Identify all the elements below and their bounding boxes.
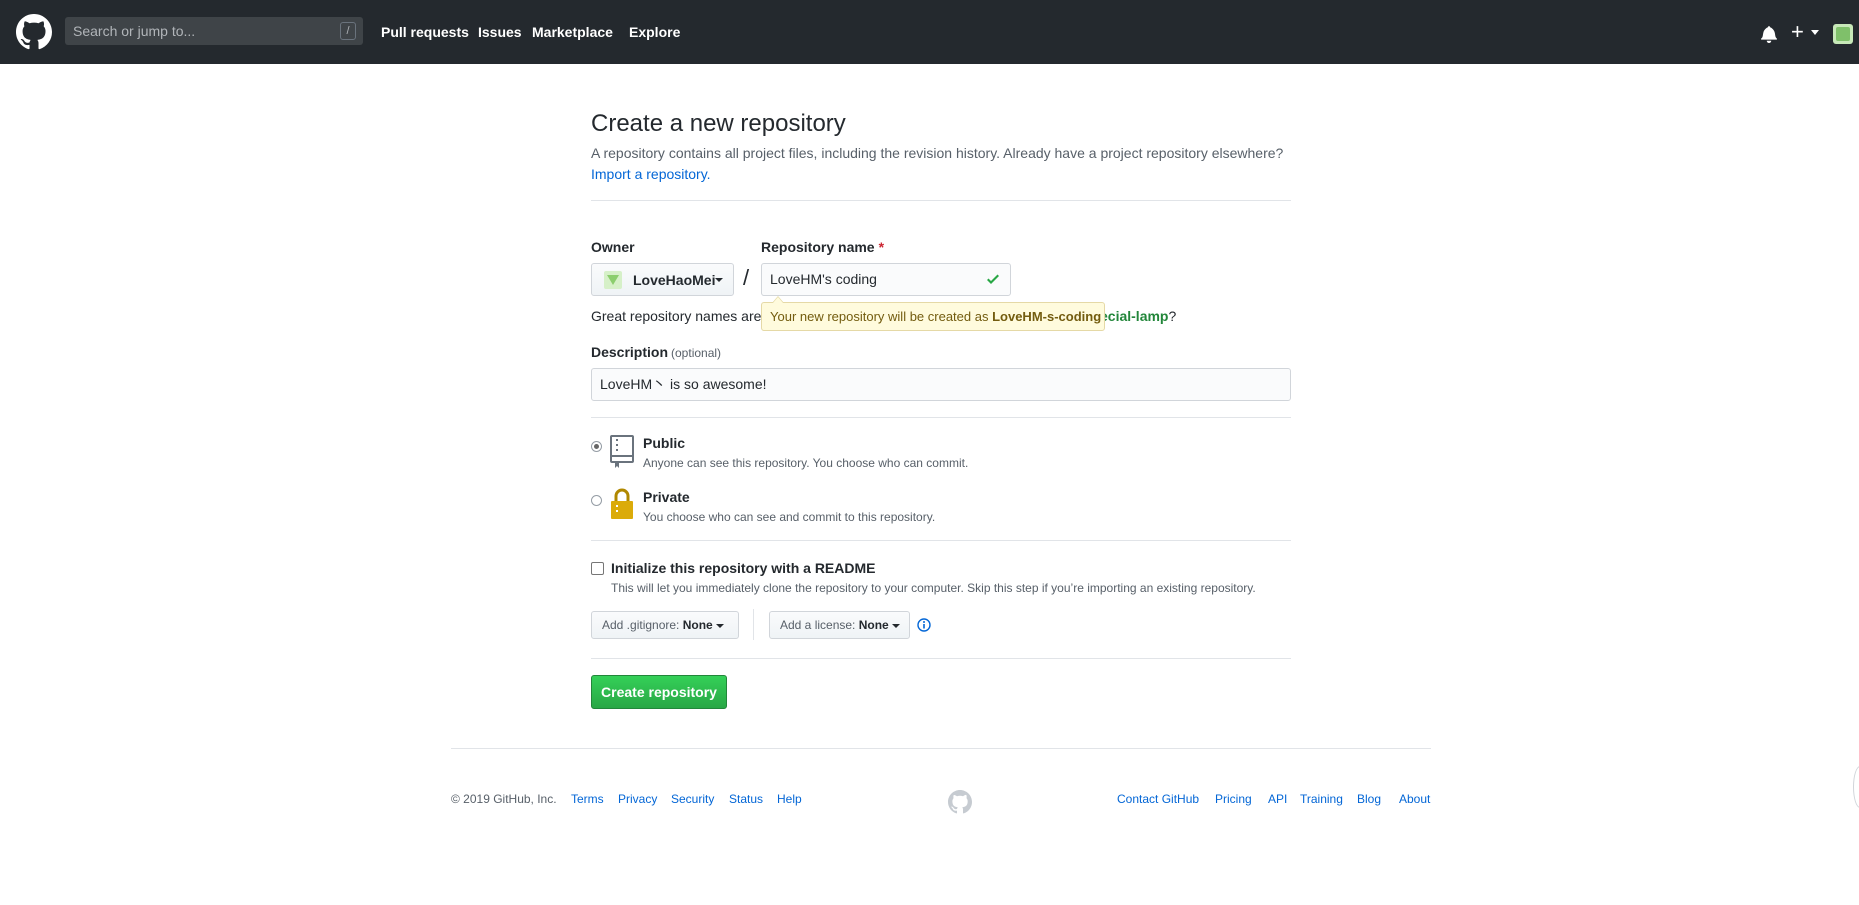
divider (591, 658, 1291, 659)
description-label: Description (optional) (591, 344, 721, 360)
public-title: Public (643, 435, 686, 451)
chevron-down-icon (892, 623, 901, 628)
public-radio[interactable] (591, 441, 602, 452)
chevron-down-icon (715, 278, 723, 282)
search-box[interactable]: / (65, 17, 363, 45)
owner-repo-separator: / (743, 265, 750, 290)
description-input[interactable]: LoveHM丶 is so awesome! (591, 368, 1291, 401)
search-input[interactable] (65, 17, 325, 45)
readme-title: Initialize this repository with a README (611, 560, 876, 576)
readme-checkbox[interactable] (591, 562, 604, 575)
divider (753, 609, 754, 640)
footer-link-api[interactable]: API (1268, 792, 1287, 806)
owner-select[interactable]: LoveHaoMei (591, 263, 734, 296)
required-mark: * (878, 239, 885, 255)
chevron-down-icon (1811, 30, 1819, 35)
footer-link-contact[interactable]: Contact GitHub (1117, 792, 1199, 806)
gitignore-select[interactable]: Add .gitignore: None (591, 611, 739, 639)
lock-icon (611, 488, 633, 519)
divider (591, 200, 1291, 201)
great-names-text: Great repository names are (591, 308, 762, 324)
owner-avatar (604, 271, 622, 289)
repo-name-label-text: Repository name (761, 239, 875, 255)
repo-book-icon (610, 435, 634, 468)
nav-pull-requests[interactable]: Pull requests (381, 0, 469, 64)
optional-hint: (optional) (671, 346, 722, 360)
owner-label: Owner (591, 239, 635, 255)
divider (591, 417, 1291, 418)
footer-link-security[interactable]: Security (671, 792, 714, 806)
scroll-handle[interactable] (1853, 766, 1859, 808)
suggestion-tail: ? (1168, 308, 1177, 324)
footer-link-about[interactable]: About (1399, 792, 1430, 806)
page-title: Create a new repository (591, 110, 846, 137)
create-repository-button[interactable]: Create repository (591, 675, 727, 709)
footer-link-training[interactable]: Training (1300, 792, 1343, 806)
nav-marketplace[interactable]: Marketplace (532, 0, 613, 64)
description-label-text: Description (591, 344, 669, 360)
suggested-name[interactable]: ecial-lamp (1100, 308, 1168, 324)
gitignore-value: None (682, 618, 713, 632)
subtitle-text: A repository contains all project files,… (591, 145, 1284, 161)
gitignore-label: Add .gitignore: (602, 618, 680, 632)
info-icon[interactable] (917, 618, 931, 632)
public-note: Anyone can see this repository. You choo… (643, 456, 969, 470)
license-label: Add a license: (780, 618, 856, 632)
page-subtitle: A repository contains all project files,… (591, 143, 1291, 185)
license-value: None (858, 618, 889, 632)
repo-name-label: Repository name * (761, 239, 884, 255)
owner-value: LoveHaoMei (633, 272, 716, 288)
top-navbar: / Pull requests Issues Marketplace Explo… (0, 0, 1859, 64)
nav-explore[interactable]: Explore (629, 0, 680, 64)
plus-icon[interactable]: + (1791, 20, 1804, 44)
import-repository-link[interactable]: Import a repository. (591, 166, 711, 182)
private-radio[interactable] (591, 495, 602, 506)
bell-icon[interactable] (1760, 25, 1778, 43)
repository-name-input[interactable]: LoveHM's coding (761, 263, 1011, 296)
tooltip-name: LoveHM-s-coding (992, 309, 1102, 324)
footer-link-privacy[interactable]: Privacy (618, 792, 657, 806)
tooltip-text: Your new repository will be created as (770, 309, 989, 324)
footer-link-help[interactable]: Help (777, 792, 802, 806)
slash-key-hint: / (340, 22, 356, 40)
github-mark-icon[interactable] (948, 790, 972, 814)
license-select[interactable]: Add a license: None (769, 611, 910, 639)
avatar[interactable] (1833, 24, 1853, 44)
private-title: Private (643, 489, 690, 505)
footer-link-blog[interactable]: Blog (1357, 792, 1381, 806)
github-logo-icon[interactable] (16, 14, 52, 50)
footer-copyright: © 2019 GitHub, Inc. (451, 792, 557, 806)
nav-issues[interactable]: Issues (478, 0, 522, 64)
private-note: You choose who can see and commit to thi… (643, 510, 936, 524)
readme-note: This will let you immediately clone the … (611, 581, 1256, 595)
footer-divider (451, 748, 1431, 749)
footer-link-terms[interactable]: Terms (571, 792, 604, 806)
footer-link-status[interactable]: Status (729, 792, 763, 806)
repo-name-tooltip: Your new repository will be created as L… (761, 296, 1105, 331)
footer-link-pricing[interactable]: Pricing (1215, 792, 1252, 806)
chevron-down-icon (716, 623, 725, 628)
divider (591, 540, 1291, 541)
name-suggestion: ecial-lamp? (1100, 308, 1176, 324)
check-icon (987, 274, 999, 284)
